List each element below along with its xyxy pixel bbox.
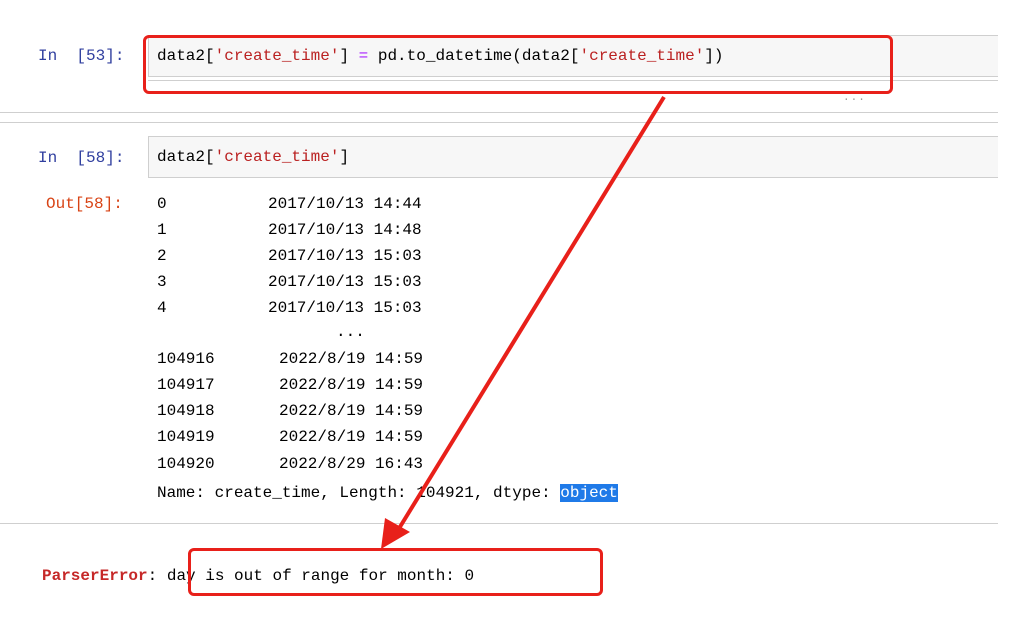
cell-58-input[interactable]: data2['create_time'] [148,136,998,178]
annotation-box-code [143,35,893,94]
series-value: 2022/8/19 14:59 [279,402,424,420]
series-index: 104919 [157,428,215,446]
series-index: 2 [157,247,167,265]
series-index: 104920 [157,455,215,473]
series-index: 104916 [157,350,215,368]
series-value: 2022/8/29 16:43 [279,455,424,473]
series-value: 2022/8/19 14:59 [279,350,424,368]
series-index: 104918 [157,402,215,420]
output-separator [0,523,998,524]
series-ellipsis: ... [336,323,365,341]
annotation-arrow [381,95,666,549]
series-index: 1 [157,221,167,239]
series-value: 2017/10/13 14:44 [268,195,422,213]
cell-separator [0,122,998,123]
dtype-selection[interactable]: object [560,484,618,502]
cell-53-prompt: In [53]: [38,47,125,65]
series-value: 2022/8/19 14:59 [279,376,424,394]
cell-58-prompt: In [58]: [38,149,125,167]
out-58-prompt: Out[58]: [46,195,123,213]
annotation-box-error [188,548,603,596]
series-value: 2017/10/13 15:03 [268,299,422,317]
series-value: 2017/10/13 14:48 [268,221,422,239]
series-index: 104917 [157,376,215,394]
series-index: 0 [157,195,167,213]
series-index: 4 [157,299,167,317]
series-value: 2022/8/19 14:59 [279,428,424,446]
series-footer: Name: create_time, Length: 104921, dtype… [157,484,618,502]
series-value: 2017/10/13 15:03 [268,247,422,265]
series-index: 3 [157,273,167,291]
error-name: ParserError [42,567,148,585]
series-value: 2017/10/13 15:03 [268,273,422,291]
cell-58-code[interactable]: data2['create_time'] [157,148,349,166]
cell-separator [0,112,998,113]
